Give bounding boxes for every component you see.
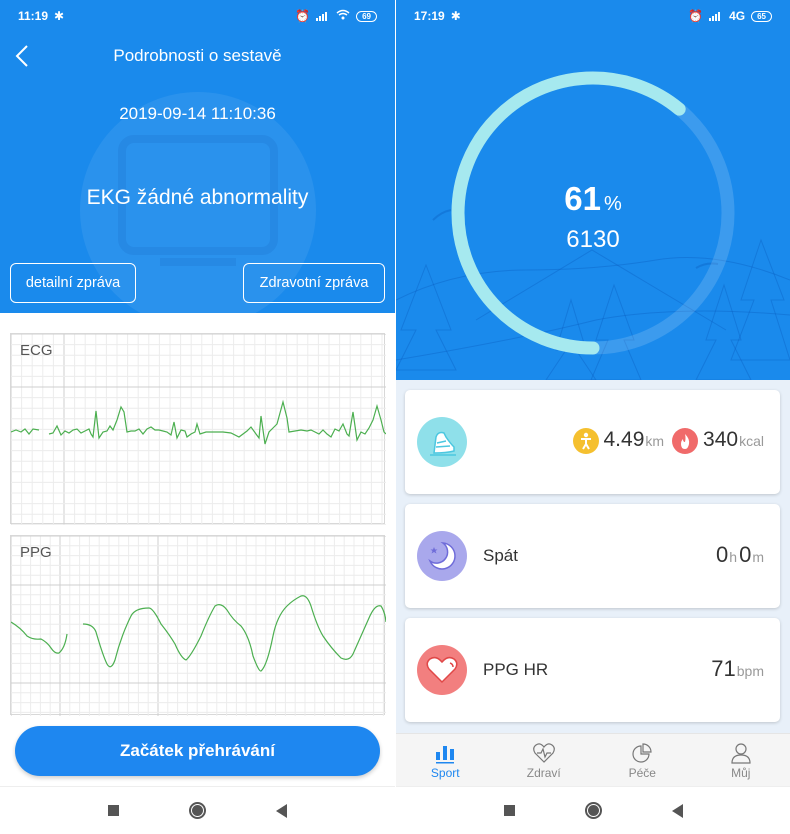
distance-unit: km: [645, 433, 665, 449]
alarm-icon: ⏰: [688, 9, 704, 23]
health-report-button[interactable]: Zdravotní zpráva: [243, 263, 385, 303]
page-title: Podrobnosti o sestavě: [113, 46, 282, 65]
signal-icon: [316, 11, 330, 21]
ecg-result-text: EKG žádné abnormality: [86, 186, 309, 209]
alarm-icon: ⏰: [295, 9, 311, 23]
wifi-icon: [336, 9, 350, 23]
status-bar: 17:19 ✱ ⏰ 4G 65: [396, 0, 790, 32]
home-button[interactable]: [189, 802, 206, 819]
tab-care[interactable]: Péče: [593, 734, 692, 787]
walking-person-icon: [572, 428, 599, 454]
goal-percent-value: 61: [564, 180, 601, 217]
system-nav-bar: [396, 786, 790, 834]
heart-icon: [417, 645, 467, 695]
heart-pulse-icon: [532, 743, 555, 763]
user-icon: [731, 743, 751, 764]
ecg-chart: ECG: [10, 333, 386, 525]
status-time: 17:19: [414, 9, 445, 23]
tab-care-label: Péče: [628, 766, 656, 780]
sleep-minutes: 0: [739, 542, 752, 567]
report-header: 11:19 ✱ ⏰ 69 Podrobnosti o sestavě 2019-…: [0, 0, 395, 313]
start-playback-button[interactable]: Začátek přehrávání: [15, 726, 380, 776]
sleep-hours: 0: [716, 542, 729, 567]
tab-health[interactable]: Zdraví: [495, 734, 594, 787]
ppg-trace-segment: [11, 621, 68, 654]
tab-profile[interactable]: Můj: [692, 734, 790, 787]
pie-chart-icon: [632, 743, 652, 763]
bar-chart-icon: [436, 746, 455, 764]
ppg-chart-label: PPG: [20, 544, 52, 561]
heart-rate-unit: bpm: [736, 663, 764, 679]
status-bar: 11:19 ✱ ⏰ 69: [0, 0, 395, 32]
heart-rate-label: PPG HR: [483, 660, 549, 679]
calories-unit: kcal: [739, 433, 764, 449]
tab-sport[interactable]: Sport: [396, 734, 495, 787]
ecg-report-screen: 11:19 ✱ ⏰ 69 Podrobnosti o sestavě 2019-…: [0, 0, 395, 834]
network-type: 4G: [729, 9, 746, 23]
moon-icon: [417, 531, 467, 581]
running-shoe-icon: [417, 417, 467, 467]
signal-icon: [709, 11, 723, 21]
ecg-grid-and-trace: [11, 334, 386, 525]
ecg-trace-segment: [11, 428, 40, 435]
flame-icon: [672, 428, 699, 454]
bluetooth-icon: ✱: [450, 9, 461, 23]
system-back-button[interactable]: [671, 803, 683, 818]
activity-stats: 4.49 km 340 kcal: [572, 428, 767, 454]
distance-value: 4.49: [603, 428, 645, 451]
system-nav-bar: [0, 786, 395, 834]
recent-apps-button[interactable]: [108, 805, 119, 816]
bottom-tab-bar: Sport Zdraví Péče Můj: [396, 733, 790, 787]
calories-value: 340: [703, 428, 739, 451]
battery-icon: 69: [356, 10, 377, 22]
tab-sport-label: Sport: [430, 766, 460, 780]
ppg-chart: PPG: [10, 535, 386, 716]
status-time: 11:19: [18, 9, 49, 23]
system-back-button[interactable]: [276, 803, 287, 818]
report-datetime: 2019-09-14 11:10:36: [119, 104, 276, 123]
heart-rate-value: 71: [711, 656, 736, 681]
goal-percent: 61%: [396, 180, 790, 218]
battery-icon: 65: [751, 10, 772, 22]
sleep-duration: 0h 0m: [716, 542, 766, 568]
monitor-stand-illustration: [160, 258, 236, 266]
ppg-grid-and-trace: [11, 536, 386, 716]
sleep-hours-unit: h: [729, 549, 738, 565]
heart-rate-reading: 71 bpm: [711, 656, 766, 682]
bluetooth-icon: ✱: [54, 9, 65, 23]
ecg-chart-label: ECG: [20, 342, 53, 359]
heart-rate-card[interactable]: PPG HR 71 bpm: [405, 618, 780, 722]
activity-card[interactable]: 4.49 km 340 kcal: [405, 390, 780, 494]
tab-health-label: Zdraví: [526, 766, 561, 780]
sleep-card[interactable]: Spát 0h 0m: [405, 504, 780, 608]
sleep-label: Spát: [483, 546, 518, 565]
home-button[interactable]: [584, 802, 602, 819]
goal-percent-unit: %: [603, 193, 622, 215]
recent-apps-button[interactable]: [503, 805, 515, 816]
sport-dashboard-screen: 17:19 ✱ ⏰ 4G 65 61% 6130 4.49 km 340 kca…: [396, 0, 790, 834]
goal-header: 17:19 ✱ ⏰ 4G 65 61% 6130: [396, 0, 790, 380]
sleep-minutes-unit: m: [752, 549, 764, 565]
tab-profile-label: Můj: [731, 766, 751, 780]
detail-report-button[interactable]: detailní zpráva: [10, 263, 136, 303]
step-count: 6130: [566, 226, 620, 253]
